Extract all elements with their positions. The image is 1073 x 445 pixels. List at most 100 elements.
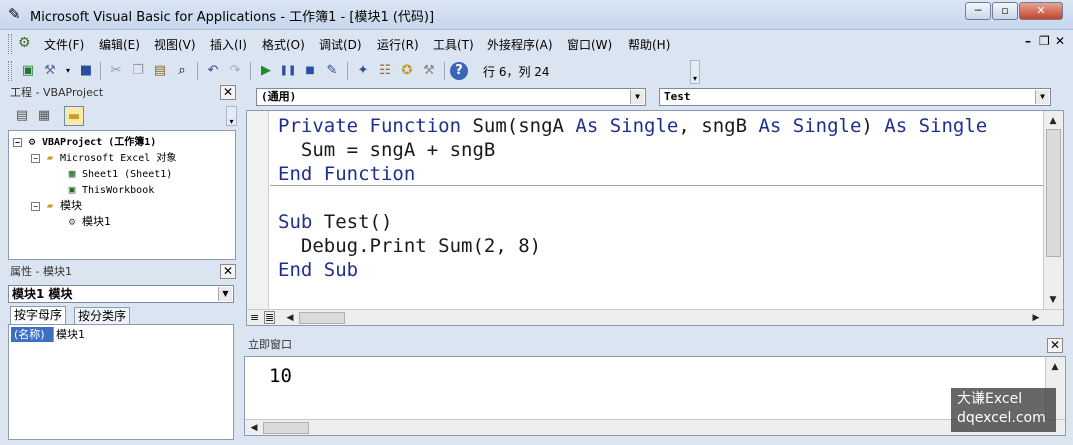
- scroll-thumb[interactable]: [263, 422, 309, 434]
- immediate-window-title: 立即窗口: [244, 336, 1066, 354]
- tab-categorized[interactable]: 按分类序: [74, 307, 131, 324]
- run-icon[interactable]: ▶: [256, 61, 276, 81]
- object-browser-icon[interactable]: ✪: [397, 61, 417, 81]
- project-pane-close-button[interactable]: ✕: [220, 85, 236, 100]
- chevron-down-icon[interactable]: ▼: [630, 90, 644, 104]
- toolbox-icon[interactable]: ⚒: [419, 61, 439, 81]
- scroll-left-icon[interactable]: ◀: [247, 422, 261, 434]
- tree-node-modules[interactable]: − ▰ 模块: [31, 198, 82, 213]
- redo-icon[interactable]: ↷: [225, 61, 245, 81]
- scroll-up-icon[interactable]: ▲: [1046, 115, 1060, 127]
- cut-icon[interactable]: ✂: [106, 61, 126, 81]
- tree-node-thisworkbook[interactable]: ▣ ThisWorkbook: [65, 182, 155, 197]
- view-object-icon[interactable]: ▦: [34, 106, 54, 126]
- scroll-left-icon[interactable]: ◀: [283, 312, 297, 324]
- code-token: Sum(sngA: [472, 115, 576, 137]
- code-vertical-scrollbar[interactable]: ▲ ▼: [1043, 111, 1063, 309]
- scroll-up-icon[interactable]: ▲: [1048, 361, 1062, 373]
- mdi-minimize-button[interactable]: –: [1025, 34, 1031, 48]
- menu-help[interactable]: 帮助(H): [628, 36, 670, 53]
- property-value-cell[interactable]: 模块1: [56, 327, 85, 342]
- close-button[interactable]: ✕: [1019, 2, 1063, 20]
- code-line[interactable]: Debug.Print Sum(2, 8): [278, 234, 987, 258]
- full-module-view-icon[interactable]: ≣: [264, 311, 276, 324]
- collapse-icon[interactable]: −: [31, 201, 40, 211]
- save-icon[interactable]: ■: [76, 61, 96, 81]
- code-token: Test(): [323, 211, 393, 233]
- immediate-output[interactable]: 10: [269, 364, 292, 388]
- copy-icon[interactable]: ❐: [128, 61, 148, 81]
- toolbar-options-icon[interactable]: ▾: [690, 60, 700, 84]
- help-icon[interactable]: ?: [450, 62, 468, 80]
- menu-edit[interactable]: 编辑(E): [99, 36, 140, 53]
- code-pane[interactable]: Private Function Sum(sngA As Single, sng…: [246, 110, 1064, 326]
- property-name-cell[interactable]: (名称): [11, 327, 53, 342]
- scroll-thumb[interactable]: [1046, 129, 1061, 257]
- project-toolbar-options-icon[interactable]: ▾: [226, 106, 237, 126]
- menu-format[interactable]: 格式(O): [262, 36, 305, 53]
- code-line[interactable]: [278, 186, 987, 210]
- window-title: Microsoft Visual Basic for Applications …: [30, 10, 435, 25]
- mdi-close-button[interactable]: ✕: [1055, 34, 1065, 48]
- scroll-thumb[interactable]: [299, 312, 345, 324]
- break-icon[interactable]: ❚❚: [278, 61, 298, 81]
- scroll-down-icon[interactable]: ▼: [1046, 294, 1060, 306]
- tree-node-module1[interactable]: ⚙ 模块1: [65, 214, 111, 229]
- immediate-horizontal-scrollbar[interactable]: ◀: [245, 419, 1065, 435]
- code-line[interactable]: Private Function Sum(sngA As Single, sng…: [278, 114, 987, 138]
- object-combo[interactable]: (通用) ▼: [256, 88, 646, 106]
- scroll-right-icon[interactable]: ▶: [1029, 312, 1043, 324]
- mdi-restore-button[interactable]: ❐: [1039, 34, 1050, 48]
- module-icon: ⚙: [68, 215, 76, 228]
- code-line[interactable]: Sub Test(): [278, 210, 987, 234]
- procedure-view-icon[interactable]: ≡: [250, 311, 259, 324]
- insert-dropdown-icon[interactable]: ▾: [58, 61, 78, 81]
- menu-tools[interactable]: 工具(T): [433, 36, 474, 53]
- reset-icon[interactable]: ■: [300, 61, 320, 81]
- menu-addins[interactable]: 外接程序(A): [487, 36, 553, 53]
- menu-debug[interactable]: 调试(D): [319, 36, 362, 53]
- design-mode-icon[interactable]: ✎: [322, 61, 342, 81]
- paste-icon[interactable]: ▤: [150, 61, 170, 81]
- undo-icon[interactable]: ↶: [203, 61, 223, 81]
- properties-pane-close-button[interactable]: ✕: [220, 264, 236, 279]
- chevron-down-icon[interactable]: ▼: [1035, 90, 1049, 104]
- menu-grip[interactable]: [8, 34, 12, 54]
- tree-node-vbaproject[interactable]: − ⚙ VBAProject (工作簿1): [13, 134, 156, 149]
- code-line[interactable]: End Function: [278, 162, 987, 186]
- collapse-icon[interactable]: −: [31, 153, 40, 163]
- view-code-icon[interactable]: ▤: [12, 106, 32, 126]
- menu-run[interactable]: 运行(R): [377, 36, 419, 53]
- tree-node-excel-objects[interactable]: − ▰ Microsoft Excel 对象: [31, 150, 176, 165]
- find-icon[interactable]: ⌕: [172, 61, 192, 81]
- procedure-combo[interactable]: Test ▼: [659, 88, 1051, 106]
- toggle-folders-icon[interactable]: ▬: [64, 106, 84, 126]
- excel-view-icon[interactable]: ⚙: [18, 35, 31, 51]
- collapse-icon[interactable]: −: [13, 137, 22, 147]
- chevron-down-icon[interactable]: ▼: [218, 287, 232, 301]
- view-excel-icon[interactable]: ▣: [18, 61, 38, 81]
- cursor-position: 行 6，列 24: [483, 65, 550, 79]
- object-selector[interactable]: 模块1 模块 ▼: [8, 285, 234, 303]
- minimize-button[interactable]: ─: [965, 2, 991, 20]
- insert-module-icon[interactable]: ⚒: [40, 61, 60, 81]
- code-line[interactable]: Sum = sngA + sngB: [278, 138, 987, 162]
- menu-file[interactable]: 文件(F): [44, 36, 84, 53]
- toolbar-grip[interactable]: [8, 61, 12, 81]
- code-line[interactable]: End Sub: [278, 258, 987, 282]
- properties-window-icon[interactable]: ☷: [375, 61, 395, 81]
- code-horizontal-scrollbar[interactable]: ≡ ≣ ◀ ▶: [247, 309, 1063, 325]
- code-token: , sngB: [678, 115, 759, 137]
- immediate-window-close-button[interactable]: ✕: [1047, 338, 1063, 353]
- margin-indicator-bar[interactable]: [247, 111, 269, 309]
- project-tree: − ⚙ VBAProject (工作簿1) − ▰ Microsoft Excel 对象…: [8, 130, 236, 260]
- tab-alphabetic[interactable]: 按字母序: [10, 306, 67, 324]
- menu-view[interactable]: 视图(V): [154, 36, 196, 53]
- restore-button[interactable]: ▫: [992, 2, 1018, 20]
- menu-window[interactable]: 窗口(W): [567, 36, 612, 53]
- code-text[interactable]: Private Function Sum(sngA As Single, sng…: [278, 114, 987, 282]
- menu-insert[interactable]: 插入(I): [210, 36, 247, 53]
- tree-node-sheet1[interactable]: ▦ Sheet1 (Sheet1): [65, 166, 173, 181]
- immediate-pane[interactable]: 10 ▲ ◀: [244, 356, 1066, 436]
- project-explorer-icon[interactable]: ✦: [353, 61, 373, 81]
